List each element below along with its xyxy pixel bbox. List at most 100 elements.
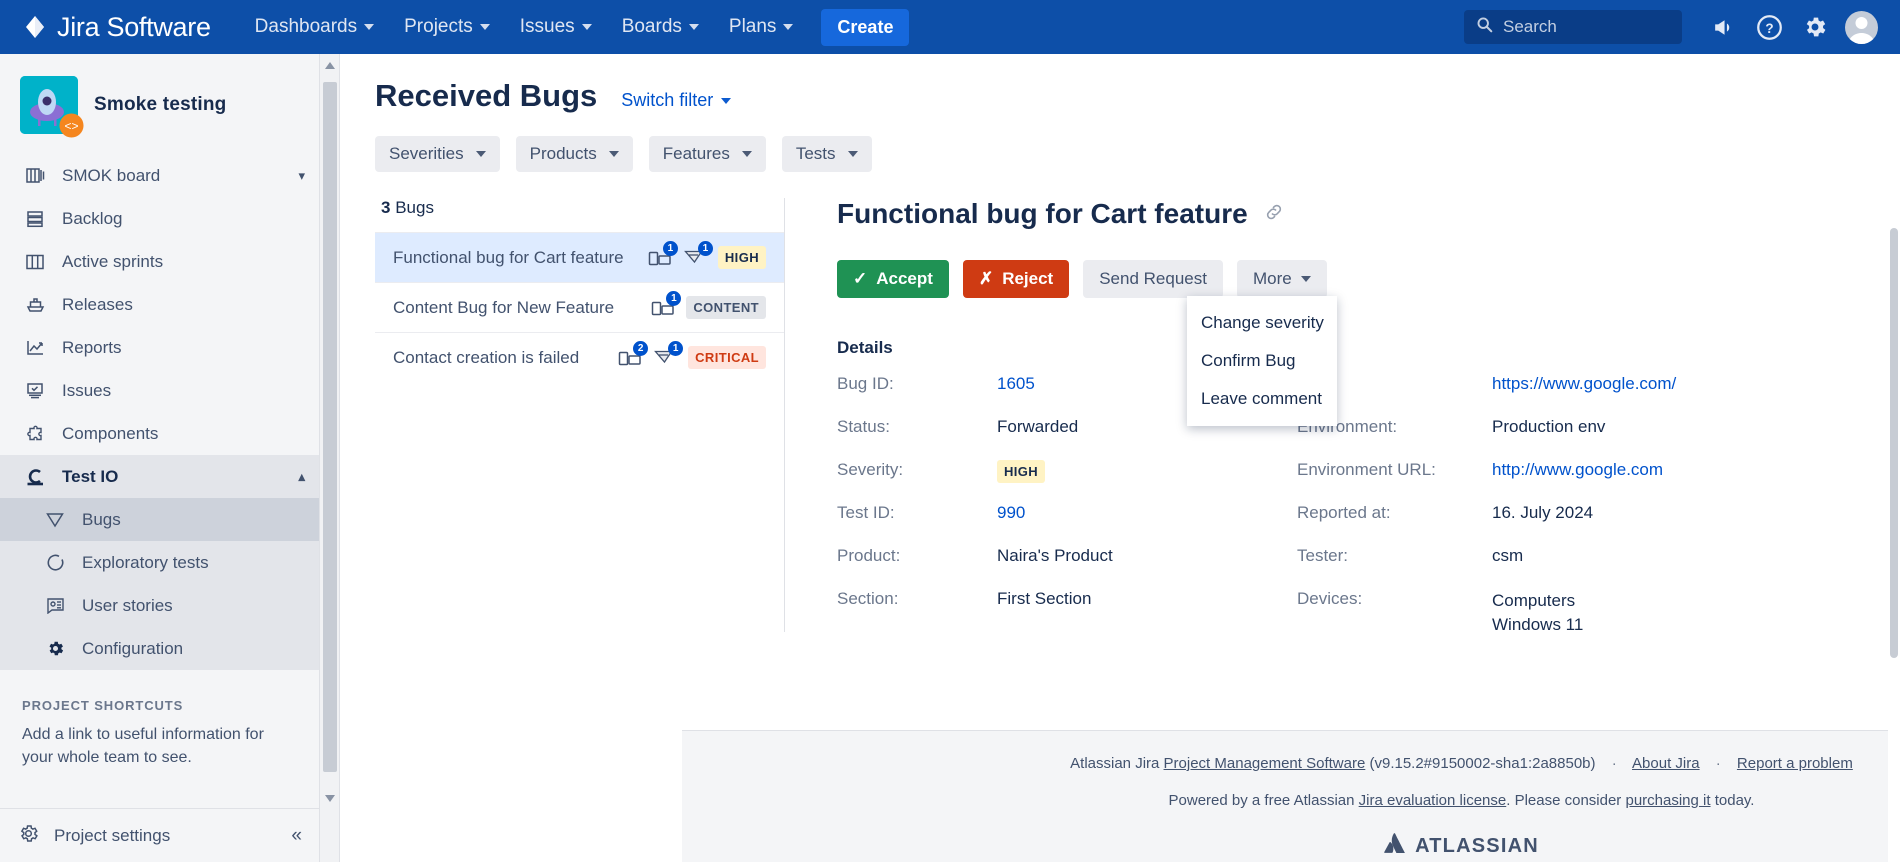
field-url-top-value[interactable]: https://www.google.com/ xyxy=(1492,374,1676,394)
bug-list-item-2-meta: 1 CONTENT xyxy=(651,290,766,319)
menu-item-change-severity[interactable]: Change severity xyxy=(1187,304,1337,342)
filter-features[interactable]: Features xyxy=(648,136,766,172)
nav-plans[interactable]: Plans xyxy=(721,0,802,54)
sidebar-item-issues[interactable]: Issues xyxy=(0,369,319,412)
top-navigation-bar: Jira Software Dashboards Projects Issues… xyxy=(0,0,1900,54)
chart-icon xyxy=(24,339,46,356)
help-icon[interactable]: ? xyxy=(1748,6,1790,48)
sidebar-item-user-stories[interactable]: User stories xyxy=(0,584,319,627)
bug-count-label: Bugs xyxy=(395,198,434,217)
menu-item-confirm-bug[interactable]: Confirm Bug xyxy=(1187,342,1337,380)
footer-link-project-management[interactable]: Project Management Software xyxy=(1164,755,1366,772)
nav-projects[interactable]: Projects xyxy=(396,0,498,54)
severity-badge: CONTENT xyxy=(686,296,766,319)
footer-link-purchasing-it[interactable]: purchasing it xyxy=(1625,792,1710,809)
chevron-down-icon xyxy=(608,151,619,157)
field-devices: Devices: Computers Windows 11 xyxy=(1297,589,1676,634)
chevron-down-icon[interactable]: ▾ xyxy=(298,168,305,184)
sidebar-item-releases[interactable]: Releases xyxy=(0,283,319,326)
field-devices-label: Devices: xyxy=(1297,589,1363,608)
sidebar-item-exploratory-tests[interactable]: Exploratory tests xyxy=(0,541,319,584)
nav-dashboards[interactable]: Dashboards xyxy=(247,0,382,54)
field-section: Section: First Section xyxy=(837,589,1297,632)
scroll-down-arrow-icon[interactable] xyxy=(325,795,335,802)
bug-detail-title: Functional bug for Cart feature xyxy=(837,198,1248,229)
gear-icon[interactable] xyxy=(1794,6,1836,48)
puzzle-icon xyxy=(24,425,46,443)
collapse-left-icon[interactable]: « xyxy=(291,825,302,847)
field-url-top: https://www.google.com/ xyxy=(1297,374,1676,417)
bug-list-item-3-meta: 2 1 CRITICAL xyxy=(618,340,766,369)
bug-list-item-1-title: Functional bug for Cart feature xyxy=(393,247,624,267)
project-name: Smoke testing xyxy=(94,94,227,115)
field-test-id-value[interactable]: 990 xyxy=(997,503,1025,523)
sidebar-item-backlog[interactable]: Backlog xyxy=(0,197,319,240)
search-input[interactable]: Search xyxy=(1464,10,1682,44)
sidebar-item-test-io-label: Test IO xyxy=(62,466,119,486)
content-split: 3 Bugs Functional bug for Cart feature 1… xyxy=(341,198,1900,634)
link-icon[interactable] xyxy=(1264,202,1284,227)
bug-funnel-icon: 1 xyxy=(653,340,684,368)
filter-products[interactable]: Products xyxy=(515,136,633,172)
nav-issues-label: Issues xyxy=(519,16,575,37)
bug-list-item-3[interactable]: Contact creation is failed 2 1 CRITICAL xyxy=(375,332,784,382)
field-environment-url-value[interactable]: http://www.google.com xyxy=(1492,460,1663,480)
devices-count-badge: 1 xyxy=(662,240,678,256)
bug-list-item-2[interactable]: Content Bug for New Feature 1 CONTENT xyxy=(375,282,784,332)
sidebar-item-components[interactable]: Components xyxy=(0,412,319,455)
project-header[interactable]: <> Smoke testing xyxy=(0,54,319,154)
footer-link-about-jira[interactable]: About Jira xyxy=(1632,755,1700,772)
sidebar-item-configuration-label: Configuration xyxy=(82,638,184,658)
accept-button[interactable]: ✓ Accept xyxy=(837,260,949,298)
backlog-icon xyxy=(24,210,46,228)
severity-badge: HIGH xyxy=(717,246,766,269)
jira-brand-logo[interactable]: Jira Software xyxy=(22,12,211,43)
sidebar-item-active-sprints[interactable]: Active sprints xyxy=(0,240,319,283)
issues-icon xyxy=(24,382,46,399)
scroll-up-arrow-icon[interactable] xyxy=(325,62,335,69)
project-settings-button[interactable]: Project settings « xyxy=(0,808,319,862)
svg-text:?: ? xyxy=(1765,21,1773,36)
nav-issues[interactable]: Issues xyxy=(512,0,600,54)
sidebar-item-test-io[interactable]: Test IO ▴ xyxy=(0,455,319,498)
project-avatar-icon: <> xyxy=(20,76,84,138)
bug-count-number: 3 xyxy=(381,198,391,217)
nav-dashboards-label: Dashboards xyxy=(254,16,358,37)
funnel-icon xyxy=(44,511,66,529)
create-button[interactable]: Create xyxy=(821,8,910,46)
sidebar-item-configuration[interactable]: Configuration xyxy=(0,627,319,670)
send-request-button[interactable]: Send Request xyxy=(1083,260,1223,298)
chevron-up-icon[interactable]: ▴ xyxy=(298,469,305,485)
sidebar-item-reports[interactable]: Reports xyxy=(0,326,319,369)
sidebar-item-user-stories-label: User stories xyxy=(82,595,173,615)
field-tester: Tester: csm xyxy=(1297,546,1676,589)
sidebar-item-bugs[interactable]: Bugs xyxy=(0,498,319,541)
nav-boards[interactable]: Boards xyxy=(614,0,707,54)
more-button[interactable]: More xyxy=(1236,260,1327,298)
field-bug-id-value[interactable]: 1605 xyxy=(997,374,1035,394)
sidebar-item-smok-board[interactable]: SMOK board ▾ xyxy=(0,154,319,197)
main-scrollbar[interactable] xyxy=(1888,108,1900,862)
megaphone-icon[interactable] xyxy=(1702,6,1744,48)
footer-link-report-problem[interactable]: Report a problem xyxy=(1737,755,1853,772)
menu-item-leave-comment[interactable]: Leave comment xyxy=(1187,380,1337,418)
svg-text:<>: <> xyxy=(64,119,78,133)
filter-tests[interactable]: Tests xyxy=(781,136,872,172)
reject-button[interactable]: ✗ Reject xyxy=(962,260,1070,298)
field-tester-value: csm xyxy=(1492,546,1524,565)
switch-filter-button[interactable]: Switch filter xyxy=(621,90,732,111)
footer-link-evaluation-license[interactable]: Jira evaluation license xyxy=(1359,792,1507,809)
project-sidebar: <> Smoke testing SMOK board ▾ Backlog Ac… xyxy=(0,54,320,862)
bug-detail-header: Functional bug for Cart feature xyxy=(837,198,1900,230)
chevron-down-icon xyxy=(479,24,490,30)
bug-list-item-1[interactable]: Functional bug for Cart feature 1 1 HIGH xyxy=(375,232,784,282)
avatar[interactable] xyxy=(1840,6,1882,48)
field-devices-value: Computers Windows 11 xyxy=(1492,591,1584,635)
main-scrollbar-thumb[interactable] xyxy=(1890,228,1898,658)
field-severity-label: Severity: xyxy=(837,460,904,479)
filter-severities-label: Severities xyxy=(389,144,464,163)
sidebar-scrollbar[interactable] xyxy=(320,54,340,862)
filter-severities[interactable]: Severities xyxy=(375,136,500,172)
sidebar-scrollbar-thumb[interactable] xyxy=(323,82,337,772)
columns-icon xyxy=(24,254,46,270)
